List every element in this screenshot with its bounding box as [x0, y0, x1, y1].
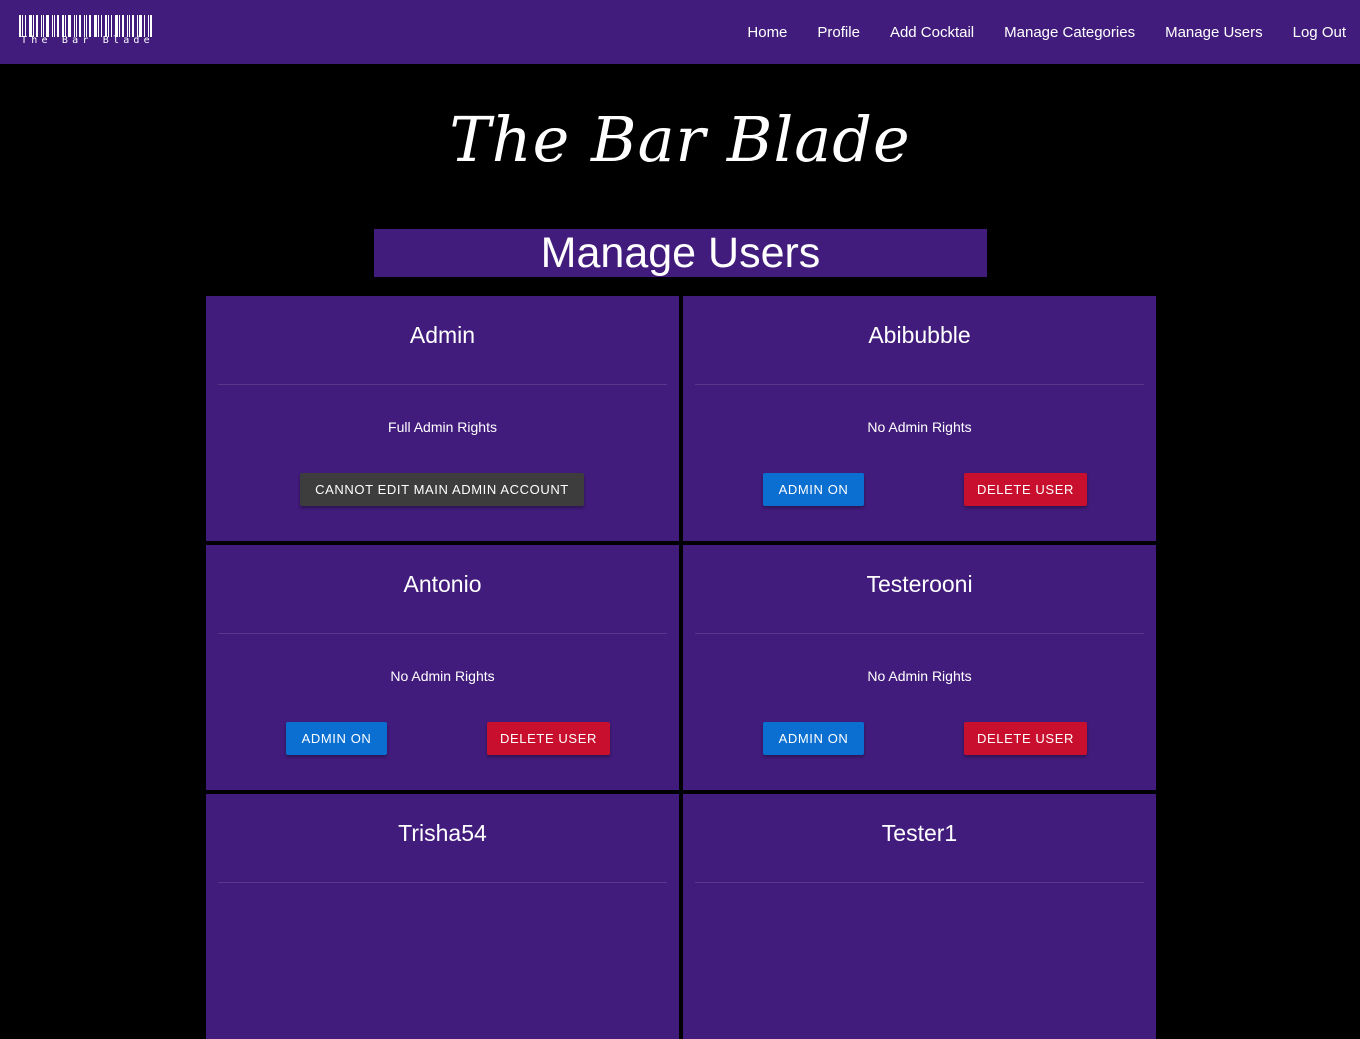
card-divider — [695, 384, 1144, 385]
delete-user-button[interactable]: DELETE USER — [964, 473, 1087, 506]
user-name: Abibubble — [868, 322, 971, 348]
delete-user-button[interactable]: DELETE USER — [964, 722, 1087, 755]
admin-on-button[interactable]: ADMIN ON — [763, 722, 864, 755]
barcode-bar — [119, 15, 120, 37]
card-divider — [218, 633, 667, 634]
barcode-bar — [98, 15, 99, 37]
admin-rights-status: No Admin Rights — [867, 419, 972, 435]
barcode-bar — [25, 15, 26, 37]
nav-profile[interactable]: Profile — [817, 24, 860, 41]
logo-text: The Bar Blade — [21, 35, 154, 46]
user-name: Antonio — [403, 571, 482, 597]
barcode-icon — [19, 15, 157, 37]
nav-links: Home Profile Add Cocktail Manage Categor… — [717, 0, 1346, 64]
barcode-bar — [74, 15, 75, 37]
admin-rights-status: No Admin Rights — [867, 668, 972, 684]
barcode-bar — [86, 15, 87, 37]
barcode-bar — [132, 15, 134, 37]
user-card-admin: Admin Full Admin Rights CANNOT EDIT MAIN… — [206, 296, 679, 541]
card-divider — [218, 384, 667, 385]
barcode-bar — [19, 15, 21, 37]
admin-on-button[interactable]: ADMIN ON — [763, 473, 864, 506]
barcode-bar — [62, 15, 64, 37]
user-card-trisha54: Trisha54 — [206, 794, 679, 1039]
barcode-bar — [52, 15, 53, 37]
user-name: Admin — [409, 322, 476, 348]
nav-manage-categories[interactable]: Manage Categories — [1004, 24, 1135, 41]
barcode-bar — [33, 15, 34, 37]
barcode-logo[interactable]: The Bar Blade — [19, 15, 157, 47]
barcode-bar — [54, 15, 55, 37]
barcode-bar — [76, 15, 77, 37]
user-card-grid: Admin Full Admin Rights CANNOT EDIT MAIN… — [206, 296, 1156, 1039]
barcode-bar — [111, 15, 112, 37]
user-card-abibubble: Abibubble No Admin Rights ADMIN ON DELET… — [683, 296, 1156, 541]
card-divider — [695, 633, 1144, 634]
nav-home[interactable]: Home — [747, 24, 787, 41]
card-divider — [218, 882, 667, 883]
barcode-bar — [108, 15, 109, 37]
barcode-bar — [43, 15, 44, 37]
navbar: The Bar Blade Home Profile Add Cocktail … — [0, 0, 1360, 64]
barcode-bar — [94, 15, 97, 37]
nav-manage-users[interactable]: Manage Users — [1165, 24, 1263, 41]
locked-admin-button[interactable]: CANNOT EDIT MAIN ADMIN ACCOUNT — [300, 473, 584, 506]
barcode-bar — [68, 15, 71, 37]
barcode-bar — [22, 15, 23, 37]
barcode-bar — [105, 15, 107, 37]
barcode-bar — [79, 15, 81, 37]
barcode-bar — [29, 15, 32, 37]
barcode-bar — [101, 15, 102, 37]
delete-user-button[interactable]: DELETE USER — [487, 722, 610, 755]
barcode-bar — [84, 15, 85, 37]
barcode-bar — [144, 15, 145, 37]
admin-on-button[interactable]: ADMIN ON — [286, 722, 387, 755]
brand-title: The Bar Blade — [449, 103, 911, 176]
barcode-bar — [129, 15, 130, 37]
barcode-bar — [137, 15, 138, 37]
page-title: Manage Users — [374, 229, 987, 277]
barcode-bar — [89, 15, 91, 37]
barcode-bar — [46, 15, 49, 37]
user-name: Testerooni — [866, 571, 973, 597]
barcode-bar — [127, 15, 128, 37]
admin-rights-status: No Admin Rights — [390, 668, 495, 684]
user-name: Tester1 — [881, 820, 958, 846]
barcode-bar — [122, 15, 124, 37]
barcode-bar — [148, 15, 149, 37]
barcode-bar — [150, 15, 152, 37]
user-card-antonio: Antonio No Admin Rights ADMIN ON DELETE … — [206, 545, 679, 790]
admin-rights-status: Full Admin Rights — [388, 419, 497, 435]
user-card-tester1: Tester1 — [683, 794, 1156, 1039]
user-name: Trisha54 — [398, 820, 487, 846]
barcode-bar — [36, 15, 38, 37]
barcode-bar — [115, 15, 118, 37]
barcode-bar — [57, 15, 59, 37]
nav-add-cocktail[interactable]: Add Cocktail — [890, 24, 974, 41]
card-divider — [695, 882, 1144, 883]
nav-log-out[interactable]: Log Out — [1293, 24, 1346, 41]
barcode-bar — [65, 15, 66, 37]
user-card-testerooni: Testerooni No Admin Rights ADMIN ON DELE… — [683, 545, 1156, 790]
barcode-bar — [41, 15, 42, 37]
barcode-bar — [139, 15, 142, 37]
